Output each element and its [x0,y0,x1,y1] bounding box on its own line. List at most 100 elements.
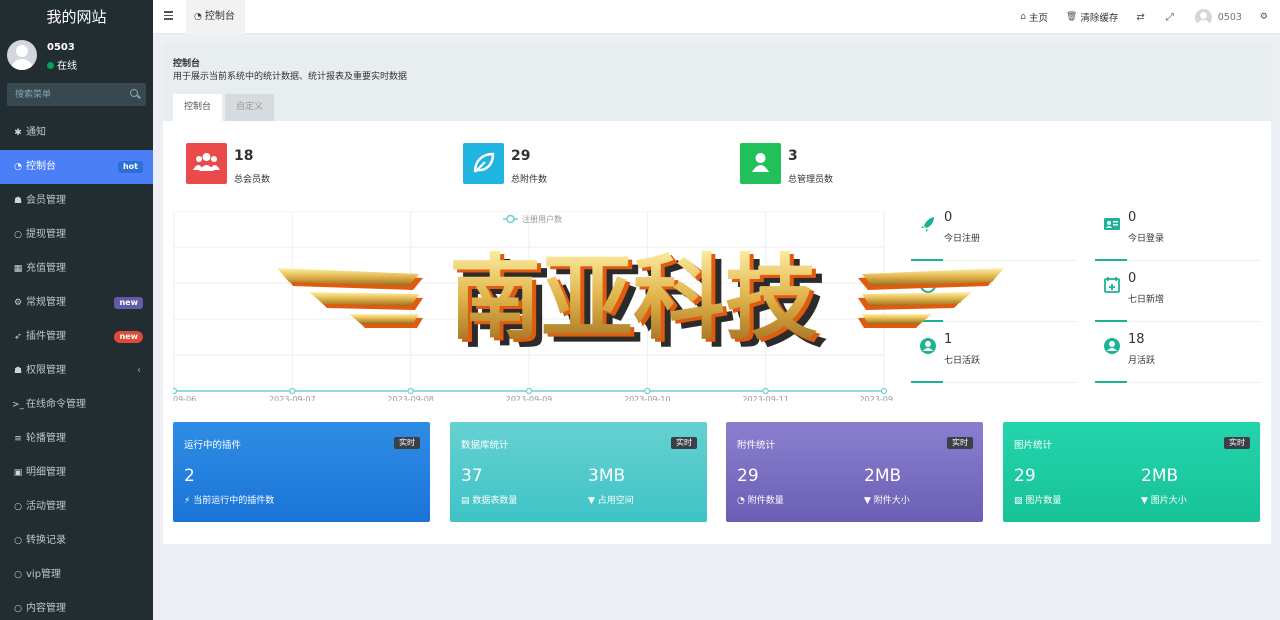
today-login-label: 今日登录 [1128,234,1165,244]
users-icon [186,143,227,184]
stat-attachments-label: 总附件数 [511,175,548,185]
card-label-text: 附件数量 [747,496,784,506]
avatar [7,40,37,70]
user-status: 在线 [47,57,77,72]
menu-item-icon: ○ [14,502,22,512]
realtime-badge: 实时 [947,437,973,449]
stat-members-label: 总会员数 [234,175,271,185]
today-register-label: 今日注册 [944,234,981,244]
home-icon: ⌂ [1020,12,1026,22]
card-title: 运行中的插件 [184,440,242,451]
clear-cache-button[interactable]: 🗑 清除缓存 [1066,10,1118,24]
data-point [880,387,888,395]
card-value: 29 [737,466,759,486]
sidebar-item-12[interactable]: ○ 转换记录 [0,524,153,558]
tab-custom[interactable]: 自定义 [225,94,275,121]
tab-console[interactable]: 控制台 [173,94,223,121]
right-wing-icon [858,268,1004,328]
card-label-text: 占用空间 [597,496,634,506]
card-value: 2MB [864,466,902,486]
online-dot-icon [47,62,54,69]
menu-search [7,83,146,106]
menu-item-icon: ○ [14,604,22,614]
trash-icon: 🗑 [1065,12,1078,22]
watermark-svg: 南亚科技 南亚科技 南亚科技 [277,245,1004,360]
x-tick-label: 2023-09-08 [387,395,434,401]
x-tick-label: 2023-09-09 [506,395,553,401]
card-label-text: 图片数量 [1025,496,1062,506]
calendar-plus-icon [1104,277,1120,293]
x-tick-label: 2023-09-10 [624,395,671,401]
sidebar-item-4[interactable]: ▦ 充值管理 [0,252,153,286]
panel-header: 控制台 用于展示当前系统中的统计数据、统计报表及重要实时数据 控制台 自定义 [163,44,1271,121]
filter-icon: ▼ [864,496,871,506]
language-button[interactable]: ⇄ [1136,12,1147,23]
seven-day-new-value: 0 [1128,271,1137,286]
search-icon[interactable] [130,89,138,97]
sidebar: 我的网站 0503 在线 ✱通知◔控制台hot☗会员管理○提现管理▦充值管理⚙常… [0,0,153,620]
sidebar-item-10[interactable]: ▣ 明细管理 [0,456,153,490]
menu-item-icon: ◔ [14,162,22,172]
card-label: ⚡ 当前运行中的插件数 [184,493,274,506]
user-status-text: 在线 [57,61,77,72]
menu-search-input[interactable] [7,83,122,106]
top-navbar: ◔ 控制台 ⌂ 主页 🗑 清除缓存 ⇄ ⤢ 0503 ⚙ [153,0,1280,34]
today-login-value: 0 [1128,210,1137,225]
card-label-text: 数据表数量 [472,496,518,506]
sidebar-toggle-icon[interactable] [164,11,173,20]
sidebar-item-2[interactable]: ☗ 会员管理 [0,184,153,218]
user-menu[interactable]: 0503 [1194,8,1242,26]
user-panel: 0503 在线 [0,34,153,78]
fullscreen-button[interactable]: ⤢ [1166,12,1177,23]
menu-item-icon: ☗ [13,196,23,206]
sidebar-item-11[interactable]: ○ 活动管理 [0,490,153,524]
site-title[interactable]: 我的网站 [0,0,153,34]
card-label: ◔ 附件数量 [737,493,784,506]
sidebar-item-label: 控制台 [26,161,56,172]
sidebar-item-0[interactable]: ✱ 通知 [0,116,153,150]
data-point [644,387,651,395]
avatar [1194,8,1212,26]
realtime-badge: 实时 [394,437,420,449]
legend-marker [506,214,515,224]
menu-badge: new [114,297,143,309]
sidebar-item-label: 在线命令管理 [26,399,86,410]
rocket-icon [921,217,934,232]
sidebar-item-1[interactable]: ◔ 控制台 hot [0,150,153,184]
card-label-text: 附件大小 [873,496,910,506]
sidebar-item-label: 权限管理 [26,365,66,376]
x-tick-label: 2023-09-11 [742,395,789,401]
sidebar-item-5[interactable]: ⚙ 常规管理 new [0,286,153,320]
sidebar-item-8[interactable]: >_ 在线命令管理 [0,388,153,422]
settings-button[interactable]: ⚙ [1260,12,1271,22]
card-label: ▤ 数据表数量 [461,493,517,506]
menu-item-icon: ○ [14,230,22,240]
filter-icon: ▼ [588,496,595,506]
pie-chart-icon: ◔ [737,496,745,506]
menu-item-icon: ▣ [13,468,23,478]
sidebar-item-9[interactable]: ≡ 轮播管理 [0,422,153,456]
sidebar-item-label: 内容管理 [26,603,66,614]
left-wing-icon [277,268,423,328]
sidebar-item-13[interactable]: ○ vip管理 [0,558,153,592]
sidebar-item-label: 通知 [26,127,46,138]
sidebar-item-6[interactable]: ➶ 插件管理 new [0,320,153,354]
sidebar-item-label: 轮播管理 [26,433,66,444]
tab-dashboard[interactable]: ◔ 控制台 [186,0,245,34]
magic-wand-icon: ⚡ [184,496,191,506]
card-value: 3MB [588,466,626,486]
x-tick-label: 2023-09 [860,395,893,401]
menu-item-icon: ○ [14,536,22,546]
card-value: 2MB [1141,466,1179,486]
sidebar-item-3[interactable]: ○ 提现管理 [0,218,153,252]
translate-icon: ⇄ [1136,11,1145,23]
card-value: 2 [184,466,195,486]
x-tick-label: 2023-09-07 [269,395,316,401]
sidebar-item-14[interactable]: ○ 内容管理 [0,592,153,620]
home-link[interactable]: ⌂ 主页 [1020,10,1048,24]
fullscreen-icon: ⤢ [1165,11,1174,23]
sidebar-item-7[interactable]: ☗ 权限管理 ‹ [0,354,153,388]
card-title: 数据库统计 [461,440,509,451]
data-point [289,387,296,395]
image-icon: ▨ [1014,496,1023,506]
